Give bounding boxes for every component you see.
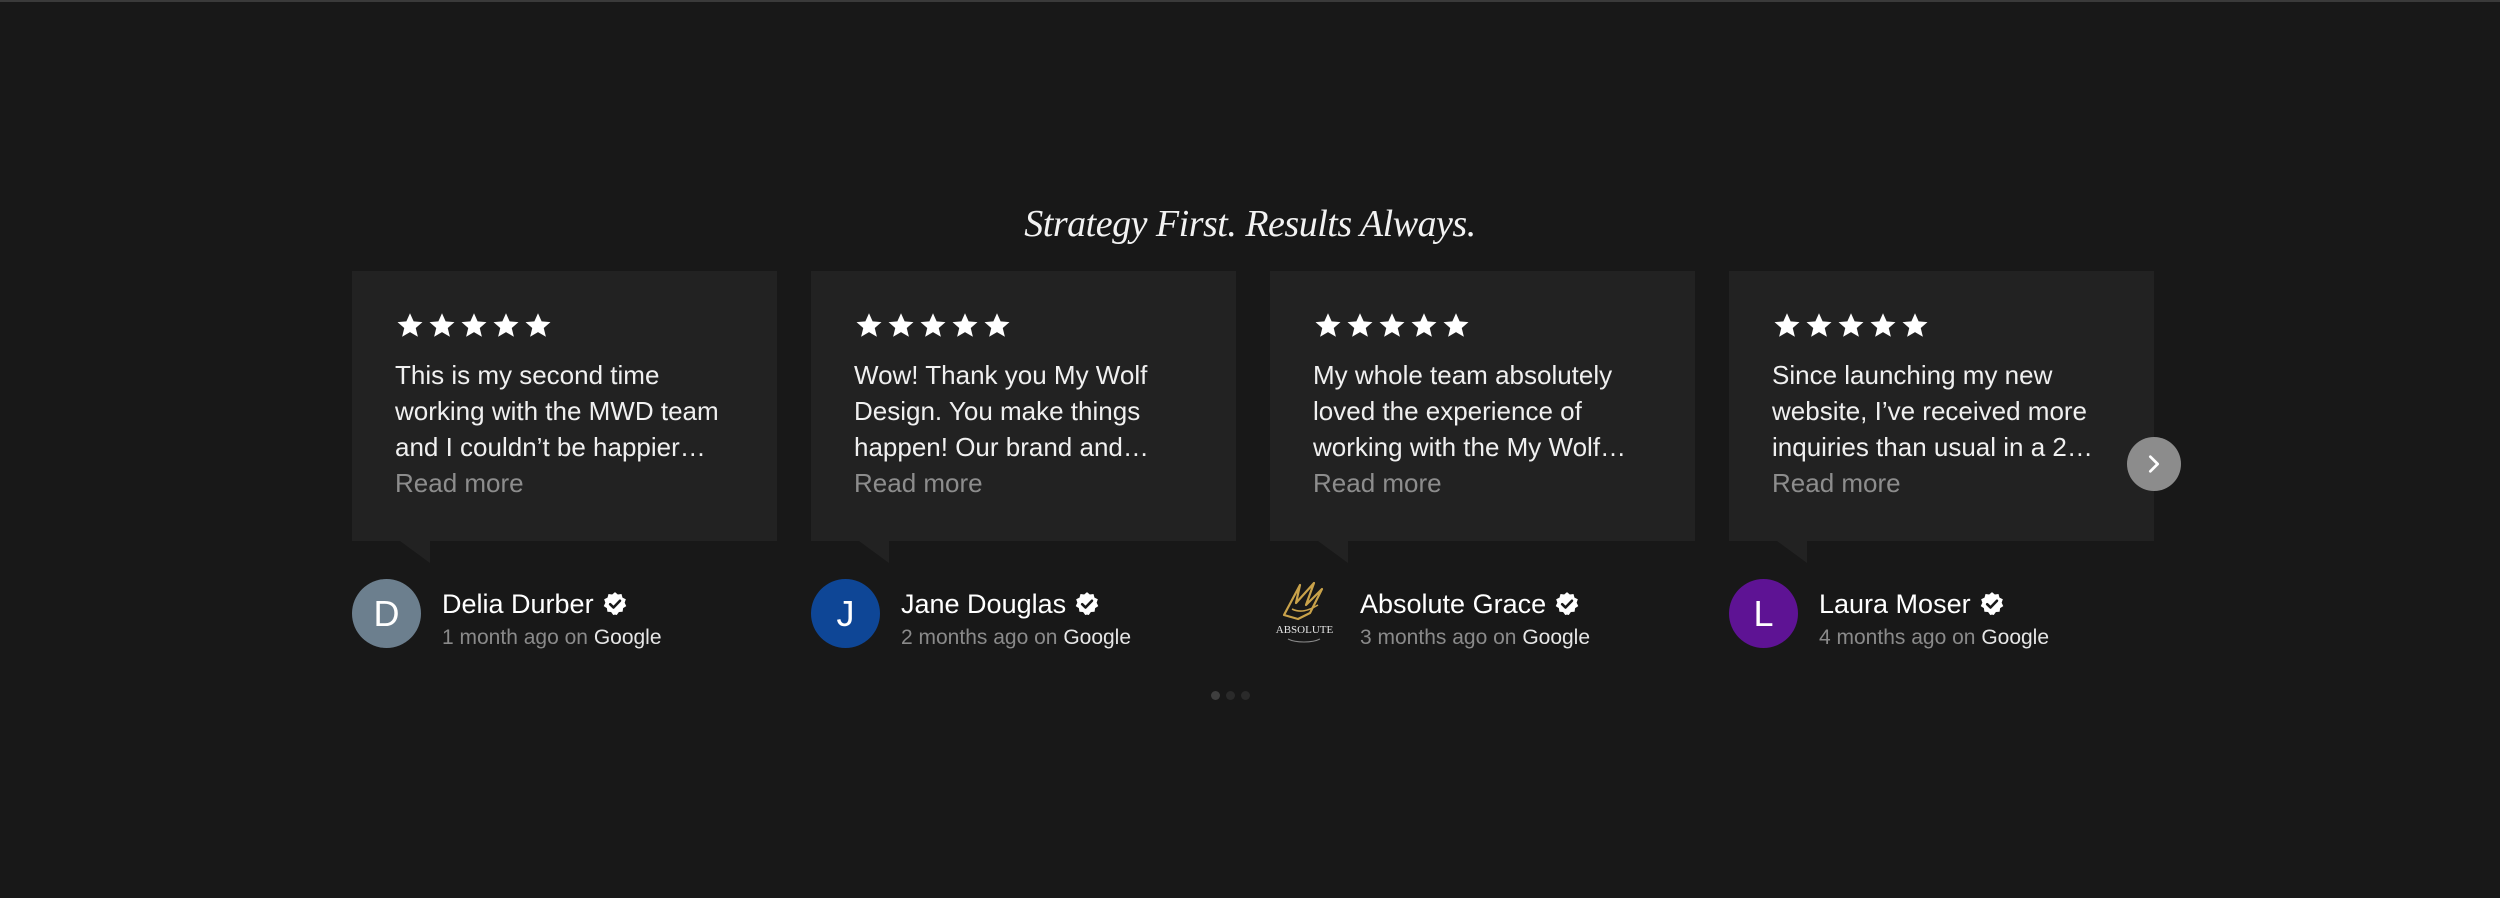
review-meta: 2 months ago on Google bbox=[901, 625, 1131, 651]
review-text: My whole team absolutely loved the exper… bbox=[1313, 360, 1627, 462]
review-time: 1 month ago bbox=[442, 626, 559, 649]
star-rating bbox=[854, 311, 1194, 343]
logo-wordmark: ABSOLUTE bbox=[1276, 624, 1334, 636]
review-meta: 4 months ago on Google bbox=[1819, 625, 2049, 651]
review-card: Wow! Thank you My Wolf Design. You make … bbox=[811, 271, 1236, 651]
review-bubble: Since launching my new website, I’ve rec… bbox=[1729, 271, 2154, 563]
author-name-row: Absolute Grace bbox=[1360, 587, 1580, 621]
bubble-tail bbox=[1777, 541, 1807, 563]
review-meta: 3 months ago on Google bbox=[1360, 625, 1590, 651]
star-icon bbox=[854, 311, 884, 341]
review-meta: 1 month ago on Google bbox=[442, 625, 662, 651]
top-divider bbox=[0, 0, 2500, 2]
pagination-dot[interactable] bbox=[1226, 691, 1235, 700]
review-card: Since launching my new website, I’ve rec… bbox=[1729, 271, 2154, 651]
verified-badge-icon bbox=[1979, 591, 2005, 617]
review-on: on bbox=[1493, 626, 1517, 649]
star-rating bbox=[1313, 311, 1653, 343]
star-icon bbox=[886, 311, 916, 341]
star-rating bbox=[1772, 311, 2112, 343]
star-icon bbox=[1345, 311, 1375, 341]
star-icon bbox=[1441, 311, 1471, 341]
star-icon bbox=[1900, 311, 1930, 341]
star-icon bbox=[1836, 311, 1866, 341]
review-source: Google bbox=[1063, 626, 1132, 649]
read-more-link[interactable]: Read more bbox=[1313, 465, 1442, 501]
star-icon bbox=[1868, 311, 1898, 341]
bubble-tail bbox=[859, 541, 889, 563]
review-source: Google bbox=[593, 626, 662, 649]
section-heading: Strategy First. Results Always. bbox=[1024, 203, 1476, 245]
author-name-row: Jane Douglas bbox=[901, 587, 1100, 621]
star-icon bbox=[1804, 311, 1834, 341]
review-on: on bbox=[564, 626, 588, 649]
star-icon bbox=[1409, 311, 1439, 341]
reviews-carousel: This is my second time working with the … bbox=[352, 271, 2172, 671]
star-icon bbox=[1772, 311, 1802, 341]
star-icon bbox=[491, 311, 521, 341]
review-author: L Laura Moser 4 months ago on Google bbox=[1729, 579, 2154, 651]
verified-badge-icon bbox=[602, 591, 628, 617]
review-on: on bbox=[1952, 626, 1976, 649]
author-name-row: Laura Moser bbox=[1819, 587, 2005, 621]
absolute-grace-logo-mark: ABSOLUTE bbox=[1276, 581, 1334, 643]
review-bubble: Wow! Thank you My Wolf Design. You make … bbox=[811, 271, 1236, 563]
read-more-link[interactable]: Read more bbox=[1772, 465, 1901, 501]
review-source: Google bbox=[1522, 626, 1591, 649]
star-rating bbox=[395, 311, 735, 343]
author-name: Jane Douglas bbox=[901, 589, 1067, 619]
star-icon bbox=[982, 311, 1012, 341]
review-text: This is my second time working with the … bbox=[395, 360, 719, 462]
pagination-dot[interactable] bbox=[1211, 691, 1220, 700]
star-icon bbox=[1377, 311, 1407, 341]
review-card: This is my second time working with the … bbox=[352, 271, 777, 651]
read-more-link[interactable]: Read more bbox=[854, 465, 983, 501]
author-name: Laura Moser bbox=[1819, 589, 1971, 619]
author-name: Delia Durber bbox=[442, 589, 594, 619]
review-time: 2 months ago bbox=[901, 626, 1029, 649]
bubble-tail bbox=[1318, 541, 1348, 563]
author-name-row: Delia Durber bbox=[442, 587, 628, 621]
review-time: 3 months ago bbox=[1360, 626, 1488, 649]
verified-badge-icon bbox=[1074, 591, 1100, 617]
review-author: ABSOLUTE Absolute Grace 3 months ago on … bbox=[1270, 579, 1695, 651]
star-icon bbox=[918, 311, 948, 341]
review-author: D Delia Durber 1 month ago on Google bbox=[352, 579, 777, 651]
star-icon bbox=[459, 311, 489, 341]
star-icon bbox=[395, 311, 425, 341]
author-name: Absolute Grace bbox=[1360, 589, 1547, 619]
absolute-grace-logo: ABSOLUTE bbox=[1270, 579, 1339, 648]
avatar: J bbox=[811, 579, 880, 648]
review-bubble: My whole team absolutely loved the exper… bbox=[1270, 271, 1695, 563]
pagination-dot[interactable] bbox=[1241, 691, 1250, 700]
carousel-next-button[interactable] bbox=[2127, 437, 2181, 491]
review-bubble: This is my second time working with the … bbox=[352, 271, 777, 563]
review-text: Since launching my new website, I’ve rec… bbox=[1772, 360, 2093, 462]
review-text: Wow! Thank you My Wolf Design. You make … bbox=[854, 360, 1149, 462]
star-icon bbox=[427, 311, 457, 341]
carousel-pagination bbox=[1211, 691, 1250, 700]
star-icon bbox=[950, 311, 980, 341]
star-icon bbox=[523, 311, 553, 341]
review-time: 4 months ago bbox=[1819, 626, 1947, 649]
review-on: on bbox=[1034, 626, 1058, 649]
review-source: Google bbox=[1981, 626, 2050, 649]
avatar: D bbox=[352, 579, 421, 648]
verified-badge-icon bbox=[1554, 591, 1580, 617]
avatar: L bbox=[1729, 579, 1798, 648]
chevron-right-icon bbox=[2143, 453, 2165, 475]
review-author: J Jane Douglas 2 months ago on Google bbox=[811, 579, 1236, 651]
read-more-link[interactable]: Read more bbox=[395, 465, 524, 501]
review-card: My whole team absolutely loved the exper… bbox=[1270, 271, 1695, 651]
star-icon bbox=[1313, 311, 1343, 341]
bubble-tail bbox=[400, 541, 430, 563]
reviews-page: Strategy First. Results Always. This is … bbox=[0, 0, 2500, 898]
